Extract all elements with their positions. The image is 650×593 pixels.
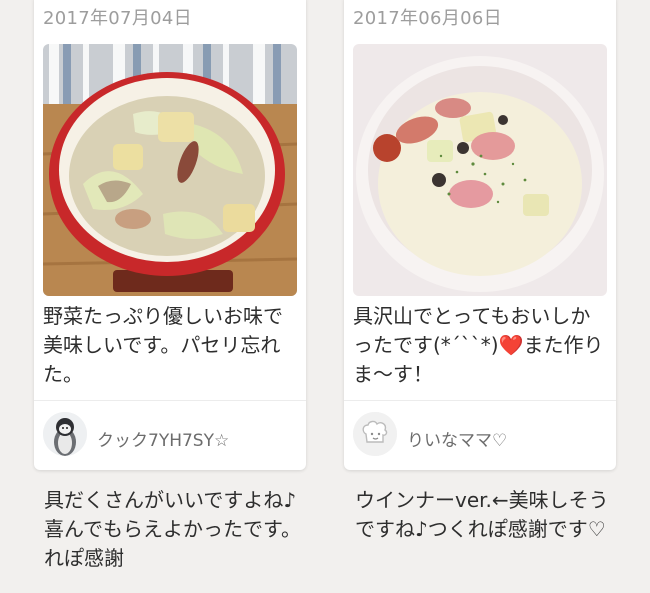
card-divider bbox=[34, 400, 306, 401]
report-card[interactable]: 2017年07月04日 野菜たっぷり優しいお味で美味しいです。パセリ忘れた。 ク… bbox=[34, 0, 306, 470]
report-comment: 具沢山でとってもおいしかったです(*´``*)❤️また作りま〜す！ bbox=[353, 304, 604, 386]
chef-hat-avatar-icon[interactable] bbox=[353, 412, 397, 456]
user-name[interactable]: クック7YH7SY☆ bbox=[97, 426, 229, 451]
report-date: 2017年06月06日 bbox=[353, 8, 502, 29]
report-photo[interactable] bbox=[353, 44, 607, 296]
penguin-avatar-icon[interactable] bbox=[43, 412, 87, 456]
card-divider bbox=[344, 400, 616, 401]
user-name[interactable]: りいなママ♡ bbox=[407, 426, 507, 451]
report-card[interactable]: 2017年06月06日 具沢山でとってもおいしかったです(*´``*)❤️また作… bbox=[344, 0, 616, 470]
author-reply: ウインナーver.←美味しそうですね♪つくれぽ感謝です♡ bbox=[355, 488, 609, 541]
report-date: 2017年07月04日 bbox=[43, 8, 192, 29]
author-reply: 具だくさんがいいですよね♪喜んでもらえよかったです。れぽ感謝 bbox=[44, 488, 301, 570]
report-comment: 野菜たっぷり優しいお味で美味しいです。パセリ忘れた。 bbox=[43, 304, 283, 386]
report-photo[interactable] bbox=[43, 44, 297, 296]
